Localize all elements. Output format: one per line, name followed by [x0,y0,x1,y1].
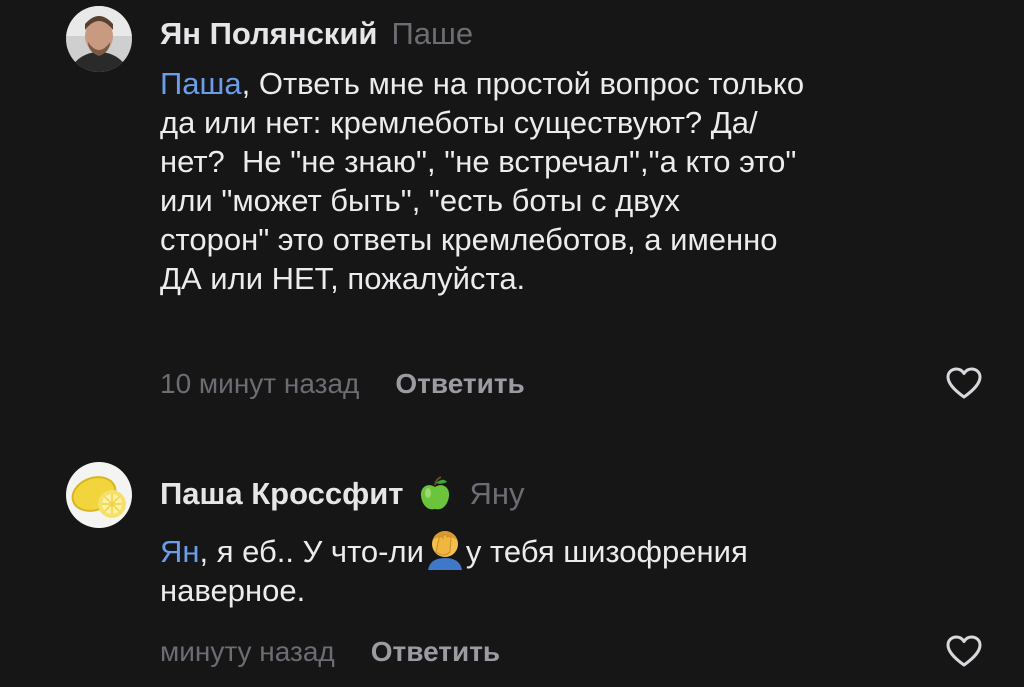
heart-outline-icon [946,635,982,667]
reply-button[interactable]: Ответить [371,636,500,668]
heart-outline-icon [946,367,982,399]
mention-link[interactable]: Ян [160,534,200,569]
comment-meta: минуту назад Ответить [160,636,500,668]
face-palm-emoji-icon [424,528,466,570]
comment-text: Ян, я еб.. У что-ли у тебя шизофрения на… [160,528,1000,610]
green-apple-icon [415,474,455,514]
author-name[interactable]: Ян Полянский [160,16,377,52]
comment-header: Паша Кроссфит Яну [160,474,524,514]
like-button[interactable] [944,632,984,672]
reply-button[interactable]: Ответить [395,368,524,400]
avatar[interactable] [66,6,132,72]
comment-text: Паша, Ответь мне на простой вопрос тольк… [160,64,1000,298]
comment-body: , я еб.. У что-ли [199,534,424,569]
author-name[interactable]: Паша Кроссфит [160,476,403,512]
timestamp: 10 минут назад [160,368,360,399]
comment-meta: 10 минут назад Ответить [160,368,525,400]
comment-header: Ян Полянский Паше [160,16,473,52]
reply-to-label[interactable]: Паше [391,16,473,52]
comment-body: , Ответь мне на простой вопрос только да… [160,66,805,296]
user-photo-avatar-icon [66,6,132,72]
avatar[interactable] [66,462,132,528]
lemon-avatar-icon [66,462,132,528]
mention-link[interactable]: Паша [160,66,242,101]
timestamp: минуту назад [160,636,335,667]
like-button[interactable] [944,364,984,404]
reply-to-label[interactable]: Яну [469,476,524,512]
